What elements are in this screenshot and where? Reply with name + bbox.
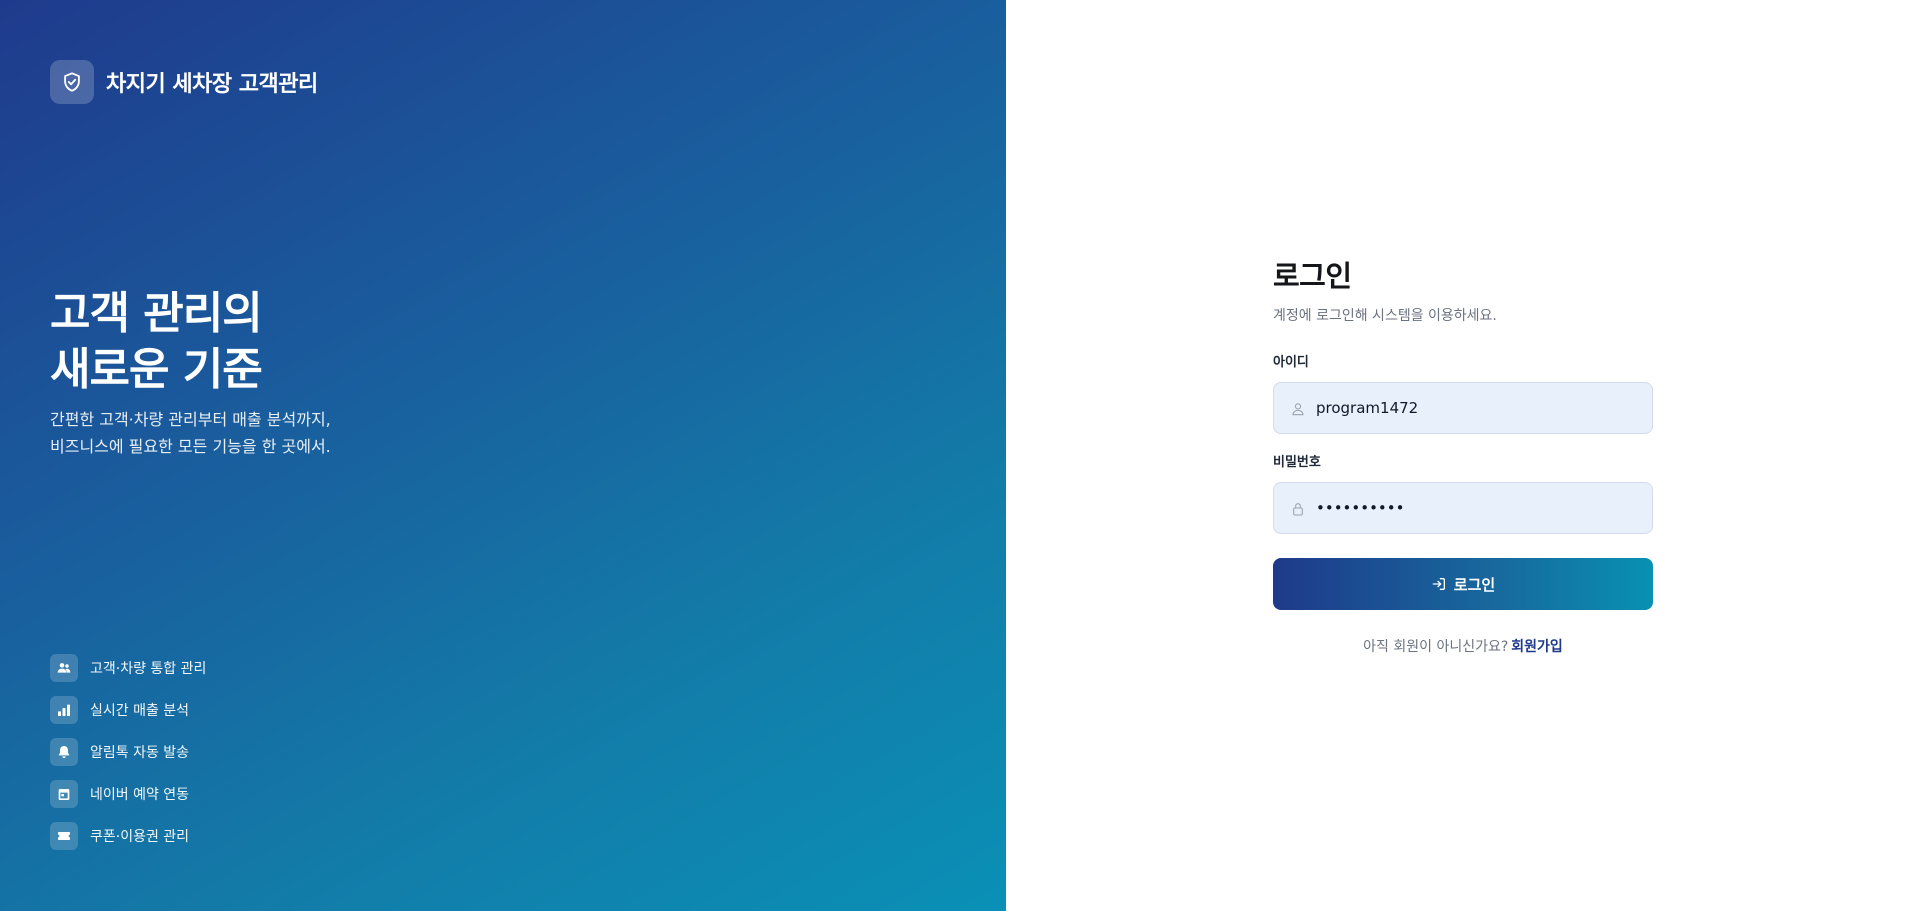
feature-label: 쿠폰·이용권 관리 <box>90 829 190 845</box>
lock-icon <box>1288 499 1308 519</box>
signup-prompt-text: 아직 회원이 아니신가요? <box>1363 639 1509 655</box>
ticket-icon <box>50 822 78 850</box>
shield-check-icon <box>50 60 94 104</box>
feature-item: 알림톡 자동 발송 <box>50 738 206 766</box>
hero-subtext: 간편한 고객·차량 관리부터 매출 분석까지, 비즈니스에 필요한 모든 기능을… <box>50 406 331 460</box>
feature-item: 네이버 예약 연동 <box>50 780 206 808</box>
login-icon <box>1431 576 1447 592</box>
bar-chart-icon <box>50 696 78 724</box>
feature-item: 고객·차량 통합 관리 <box>50 654 206 682</box>
users-icon <box>50 654 78 682</box>
feature-label: 실시간 매출 분석 <box>90 703 190 719</box>
brand: 차지기 세차장 고객관리 <box>50 60 318 104</box>
feature-label: 고객·차량 통합 관리 <box>90 661 207 677</box>
login-button-label: 로그인 <box>1453 575 1496 594</box>
calendar-icon <box>50 780 78 808</box>
hero-headline: 고객 관리의 새로운 기준 <box>50 286 263 398</box>
password-input[interactable] <box>1316 483 1636 533</box>
id-label: 아이디 <box>1273 355 1309 370</box>
id-field[interactable] <box>1273 382 1653 434</box>
password-field[interactable] <box>1273 482 1653 534</box>
feature-label: 알림톡 자동 발송 <box>90 745 190 761</box>
subtext-line-1: 간편한 고객·차량 관리부터 매출 분석까지, <box>50 410 331 429</box>
bell-icon <box>50 738 78 766</box>
login-button[interactable]: 로그인 <box>1273 558 1653 610</box>
brand-name: 차지기 세차장 고객관리 <box>106 72 318 97</box>
feature-item: 쿠폰·이용권 관리 <box>50 822 206 850</box>
signup-prompt: 아직 회원이 아니신가요? 회원가입 <box>1273 636 1653 656</box>
feature-item: 실시간 매출 분석 <box>50 696 206 724</box>
headline-line-1: 고객 관리의 <box>50 288 263 339</box>
subtext-line-2: 비즈니스에 필요한 모든 기능을 한 곳에서. <box>50 437 331 456</box>
hero-panel: 차지기 세차장 고객관리 고객 관리의 새로운 기준 간편한 고객·차량 관리부… <box>0 0 1006 911</box>
login-subtitle: 계정에 로그인해 시스템을 이용하세요. <box>1273 308 1497 324</box>
headline-line-2: 새로운 기준 <box>50 344 263 395</box>
login-form: 로그인 계정에 로그인해 시스템을 이용하세요. 아이디 비밀번호 <box>1273 258 1653 656</box>
password-label: 비밀번호 <box>1273 455 1321 470</box>
user-icon <box>1288 399 1308 419</box>
feature-list: 고객·차량 통합 관리 실시간 매출 분석 알림톡 자동 발송 네이버 예약 연… <box>50 654 206 864</box>
signup-link[interactable]: 회원가입 <box>1511 639 1563 655</box>
id-input[interactable] <box>1316 383 1636 433</box>
feature-label: 네이버 예약 연동 <box>90 787 190 803</box>
login-title: 로그인 <box>1273 259 1352 293</box>
